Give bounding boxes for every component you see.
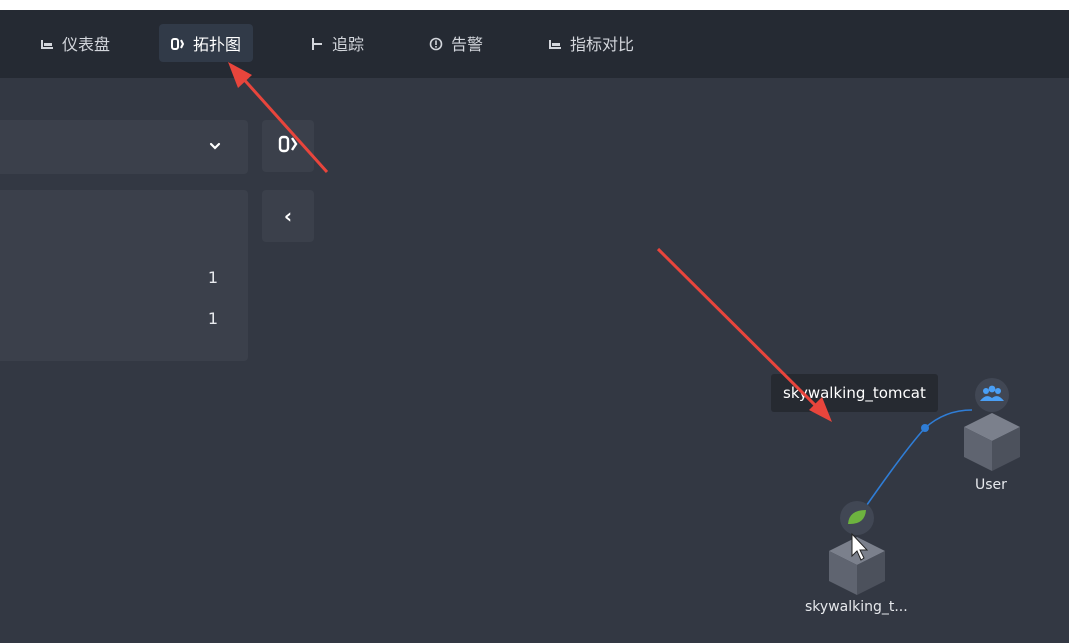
users-icon-badge xyxy=(975,378,1009,412)
user-node[interactable] xyxy=(964,378,1020,471)
topology-graph xyxy=(228,62,1020,595)
annotation-arrow xyxy=(228,62,329,174)
edge-midpoint[interactable] xyxy=(921,424,929,432)
annotation-arrow xyxy=(656,247,832,422)
topology-edge[interactable] xyxy=(861,409,973,513)
